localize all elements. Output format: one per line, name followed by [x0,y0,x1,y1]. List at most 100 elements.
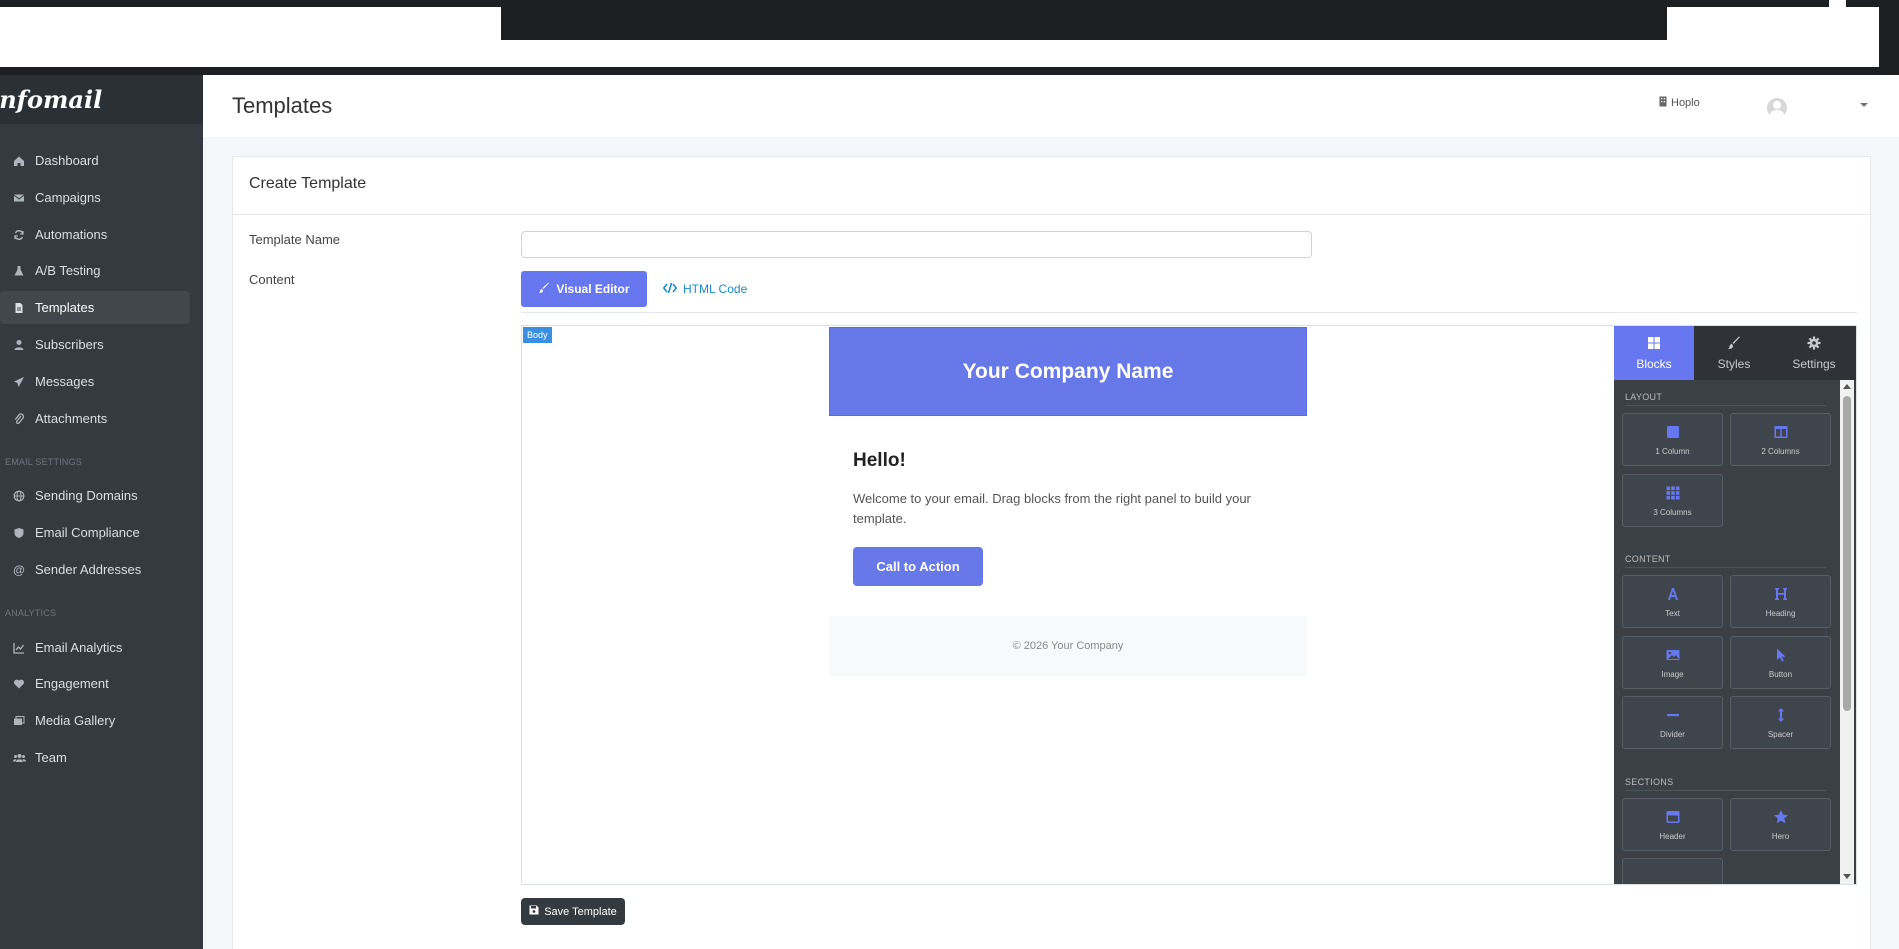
code-icon [662,282,678,297]
template-name-input[interactable] [521,231,1312,258]
sidebar-item-email-compliance[interactable]: Email Compliance [0,516,190,549]
block-image[interactable]: Image [1622,636,1723,689]
email-canvas[interactable]: Your Company Name Hello! Welcome to your… [829,327,1307,676]
block-label: Image [1661,669,1684,679]
tab-html-code[interactable]: HTML Code [662,271,748,307]
email-greeting: Hello! [853,450,906,471]
brand-logo[interactable]: Infomail [0,75,203,124]
sidebar-item-label: Templates [35,300,95,315]
star-icon [1773,809,1789,827]
globe-icon [12,489,26,503]
th-large-icon [1647,336,1661,353]
block-1-column[interactable]: 1 Column [1622,413,1723,466]
email-header-block[interactable]: Your Company Name [829,327,1307,416]
panel-tabs: Blocks Styles Settings [1614,326,1856,380]
block-spacer[interactable]: Spacer [1730,696,1831,749]
sidebar-item-label: Engagement [35,676,109,691]
scroll-up-icon[interactable] [1843,384,1851,389]
block-divider[interactable]: Divider [1622,696,1723,749]
chart-line-icon [12,641,26,655]
email-body-block[interactable]: Hello! Welcome to your email. Drag block… [829,416,1307,616]
sidebar-item-templates[interactable]: Templates [0,291,190,324]
paint-brush-icon [1727,336,1741,353]
tab-visual-editor-label: Visual Editor [556,282,630,296]
tab-blocks-label: Blocks [1636,356,1672,371]
paperclip-icon [12,412,26,426]
body-badge[interactable]: Body [523,327,552,343]
call-to-action-button[interactable]: Call to Action [853,547,983,586]
block-hero[interactable]: Hero [1730,798,1831,851]
th-icon [1665,485,1681,503]
scroll-down-icon[interactable] [1843,874,1851,879]
file-icon [12,301,26,315]
block-label: 1 Column [1655,446,1690,456]
sidebar-item-label: A/B Testing [35,263,101,278]
sidebar-item-label: Team [35,750,67,765]
sidebar-item-attachments[interactable]: Attachments [0,402,190,435]
sidebar-item-sender-addresses[interactable]: @ Sender Addresses [0,553,190,586]
sidebar-item-label: Sending Domains [35,488,138,503]
email-settings-header: EMAIL SETTINGS [5,457,82,467]
building-icon [1659,96,1667,110]
footer-text: © 2026 Your Company [1012,640,1124,652]
sidebar-item-automations[interactable]: Automations [0,218,190,251]
avatar[interactable] [1767,98,1787,118]
font-icon [1665,586,1681,604]
visual-editor[interactable]: Body Your Company Name Hello! Welcome to… [521,325,1857,885]
tab-html-code-label: HTML Code [683,282,748,296]
sidebar-item-dashboard[interactable]: Dashboard [0,144,190,177]
mouse-pointer-icon [1773,647,1789,665]
sections-section-title: SECTIONS [1625,777,1674,787]
block-heading[interactable]: Heading [1730,575,1831,628]
divider [233,214,1870,215]
email-footer-block[interactable]: © 2026 Your Company [829,616,1307,676]
minus-icon [1665,707,1681,725]
heart-icon [12,677,26,691]
block-button[interactable]: Button [1730,636,1831,689]
columns-icon [1773,424,1789,442]
sidebar-item-team[interactable]: Team [0,741,190,774]
tab-styles[interactable]: Styles [1694,326,1774,380]
card-title: Create Template [249,175,367,192]
block-2-columns[interactable]: 2 Columns [1730,413,1831,466]
at-icon: @ [13,562,25,577]
block-label: Button [1768,669,1793,679]
layout-section-title: LAYOUT [1625,392,1663,402]
blocks-panel: Blocks Styles Settings LAYOUT 1 Column 2… [1614,326,1856,884]
tab-blocks[interactable]: Blocks [1614,326,1694,380]
sidebar-item-label: Attachments [35,411,108,426]
images-icon [12,714,26,728]
divider [1625,405,1826,406]
block-text[interactable]: Text [1622,575,1723,628]
sidebar-item-subscribers[interactable]: Subscribers [0,328,190,361]
sidebar-item-campaigns[interactable]: Campaigns [0,181,190,214]
chevron-down-icon[interactable] [1860,103,1868,107]
panel-scrollbar[interactable] [1840,380,1854,884]
page-title: Templates [232,93,333,118]
save-template-button[interactable]: Save Template [521,898,625,925]
sidebar-item-label: Sender Addresses [35,562,142,577]
square-icon [1665,424,1681,442]
blocks-list[interactable]: LAYOUT 1 Column 2 Columns 3 Columns CONT… [1614,380,1838,884]
sidebar-item-ab-testing[interactable]: A/B Testing [0,254,190,287]
sidebar-item-engagement[interactable]: Engagement [0,667,190,700]
content-label: Content [249,272,295,287]
sidebar-item-email-analytics[interactable]: Email Analytics [0,631,190,664]
block-header[interactable]: Header [1622,798,1723,851]
sidebar-item-messages[interactable]: Messages [0,365,190,398]
sidebar-item-media-gallery[interactable]: Media Gallery [0,704,190,737]
tab-settings[interactable]: Settings [1774,326,1854,380]
sidebar-item-label: Subscribers [35,337,104,352]
block-more[interactable] [1622,858,1723,884]
block-3-columns[interactable]: 3 Columns [1622,474,1723,527]
block-label: Header [1659,831,1686,841]
scrollbar-thumb[interactable] [1843,396,1851,711]
top-strip [0,0,1899,75]
company-name: Your Company Name [962,359,1174,383]
sidebar-item-label: Media Gallery [35,713,116,728]
create-template-card: Create Template Template Name Content Vi… [232,156,1871,949]
tab-visual-editor[interactable]: Visual Editor [521,271,647,307]
organization-switcher[interactable]: Hoplo [1659,96,1700,110]
sidebar-item-sending-domains[interactable]: Sending Domains [0,479,190,512]
top-bar [0,0,1899,7]
